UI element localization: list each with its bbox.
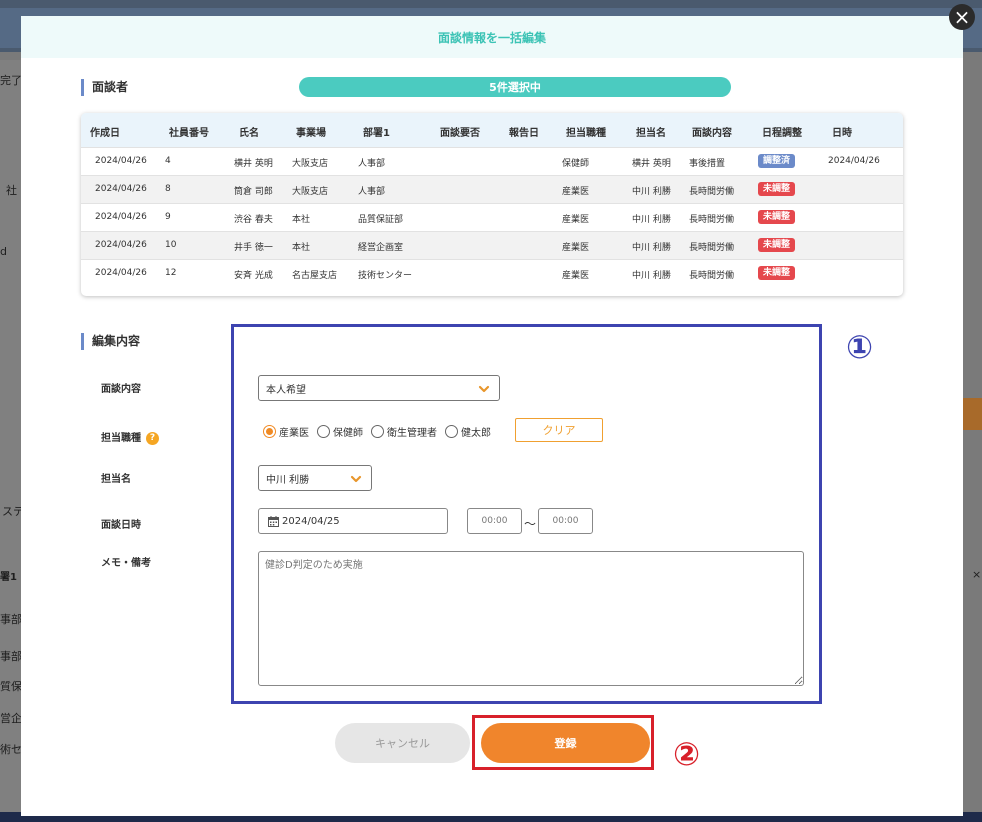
close-button[interactable]: × [949, 4, 975, 30]
cell-site: 本社 [292, 243, 311, 253]
schedule-status-badge: 調整済 [758, 154, 796, 168]
background-text: 事部 [0, 613, 22, 626]
cell-staff: 中川 利勝 [632, 215, 671, 225]
cell-content: 長時間労働 [689, 243, 735, 253]
column-header: 社員番号 [169, 128, 209, 139]
background-text: × [972, 568, 982, 581]
modal-header: 面談情報を一括編集 [21, 16, 963, 58]
column-header: 担当職種 [566, 128, 606, 139]
cell-dept: 人事部 [358, 187, 386, 197]
interviewees-table: 作成日 社員番号 氏名 事業場 部署1 面談要否 報告日 担当職種 担当名 面談… [81, 113, 903, 296]
cell-staff: 横井 英明 [632, 159, 671, 169]
cell-name: 筒倉 司郎 [234, 187, 273, 197]
table-row: 2024/04/26 8 筒倉 司郎 大阪支店 人事部 産業医 中川 利勝 長時… [81, 175, 903, 203]
cell-emp-no: 8 [165, 184, 171, 194]
help-icon[interactable]: ? [146, 431, 159, 445]
table-row: 2024/04/26 4 横井 英明 大阪支店 人事部 保健師 横井 英明 事後… [81, 147, 903, 175]
cell-created: 2024/04/26 [95, 184, 147, 194]
background-orange-strip [963, 398, 982, 430]
column-header: 日程調整 [762, 128, 802, 139]
cell-emp-no: 10 [165, 240, 177, 250]
schedule-status-badge: 未調整 [758, 238, 796, 252]
table-row: 2024/04/26 12 安斉 光成 名古屋支店 技術センター 産業医 中川 … [81, 259, 903, 287]
cell-name: 渋谷 春夫 [234, 215, 273, 225]
column-header: 作成日 [90, 128, 120, 139]
bulk-edit-modal: 面談情報を一括編集 面談者 5件選択中 作成日 社員番号 氏名 事業場 部署1 … [21, 16, 963, 816]
column-header: 部署1 [363, 128, 390, 139]
role-label-text: 担当職種 [101, 433, 141, 444]
cell-site: 大阪支店 [292, 159, 329, 169]
cell-created: 2024/04/26 [95, 268, 147, 278]
cell-name: 井手 徳一 [234, 243, 273, 253]
annotation-number-one: ① [846, 328, 874, 366]
table-header: 作成日 社員番号 氏名 事業場 部署1 面談要否 報告日 担当職種 担当名 面談… [81, 113, 903, 147]
cell-created: 2024/04/26 [95, 240, 147, 250]
column-header: 氏名 [239, 128, 259, 139]
column-header: 日時 [832, 128, 852, 139]
memo-label: メモ・備考 [101, 558, 151, 569]
cell-name: 横井 英明 [234, 159, 273, 169]
background-text: 事部 [0, 650, 22, 663]
interview-content-label: 面談内容 [101, 384, 141, 395]
background-text: 完了 [0, 74, 22, 87]
column-header: 面談内容 [692, 128, 732, 139]
cell-role: 産業医 [562, 271, 590, 281]
cell-staff: 中川 利勝 [632, 187, 671, 197]
datetime-label: 面談日時 [101, 520, 141, 531]
cell-created: 2024/04/26 [95, 212, 147, 222]
cell-datetime: 2024/04/26 [828, 156, 880, 166]
close-icon: × [953, 5, 971, 29]
table-row: 2024/04/26 9 渋谷 春夫 本社 品質保証部 産業医 中川 利勝 長時… [81, 203, 903, 231]
modal-title: 面談情報を一括編集 [437, 30, 546, 45]
schedule-status-badge: 未調整 [758, 266, 796, 280]
column-header: 報告日 [509, 128, 539, 139]
cell-emp-no: 9 [165, 212, 171, 222]
cell-site: 本社 [292, 215, 311, 225]
cell-content: 事後措置 [689, 159, 726, 169]
schedule-status-badge: 未調整 [758, 182, 796, 196]
selected-count-badge: 5件選択中 [299, 77, 731, 97]
cell-dept: 経営企画室 [358, 243, 404, 253]
cell-content: 長時間労働 [689, 271, 735, 281]
annotation-number-two: ② [673, 735, 701, 773]
cell-emp-no: 4 [165, 156, 171, 166]
cell-dept: 技術センター [358, 271, 413, 281]
cell-role: 産業医 [562, 243, 590, 253]
cell-content: 長時間労働 [689, 215, 735, 225]
role-label: 担当職種? [101, 429, 159, 445]
cell-staff: 中川 利勝 [632, 243, 671, 253]
cancel-button[interactable]: キャンセル [335, 723, 470, 763]
cell-role: 保健師 [562, 159, 590, 169]
cell-dept: 品質保証部 [358, 215, 404, 225]
cell-site: 大阪支店 [292, 187, 329, 197]
cell-role: 産業医 [562, 215, 590, 225]
cell-staff: 中川 利勝 [632, 271, 671, 281]
edit-section-title: 編集内容 [81, 333, 140, 350]
background-text: d [0, 245, 7, 258]
background-text: 社 [6, 184, 17, 197]
cell-content: 長時間労働 [689, 187, 735, 197]
schedule-status-badge: 未調整 [758, 210, 796, 224]
staff-label: 担当名 [101, 474, 131, 485]
submit-button[interactable]: 登録 [481, 723, 650, 763]
table-row: 2024/04/26 10 井手 徳一 本社 経営企画室 産業医 中川 利勝 長… [81, 231, 903, 259]
cell-site: 名古屋支店 [292, 271, 338, 281]
background-panel [0, 60, 21, 812]
cell-emp-no: 12 [165, 268, 177, 278]
cell-role: 産業医 [562, 187, 590, 197]
column-header: 担当名 [636, 128, 666, 139]
column-header: 事業場 [296, 128, 326, 139]
column-header: 面談要否 [440, 128, 480, 139]
cell-name: 安斉 光成 [234, 271, 273, 281]
annotation-box-edit-area [231, 324, 822, 704]
cell-dept: 人事部 [358, 159, 386, 169]
interviewees-section-title: 面談者 [81, 79, 128, 96]
cell-created: 2024/04/26 [95, 156, 147, 166]
